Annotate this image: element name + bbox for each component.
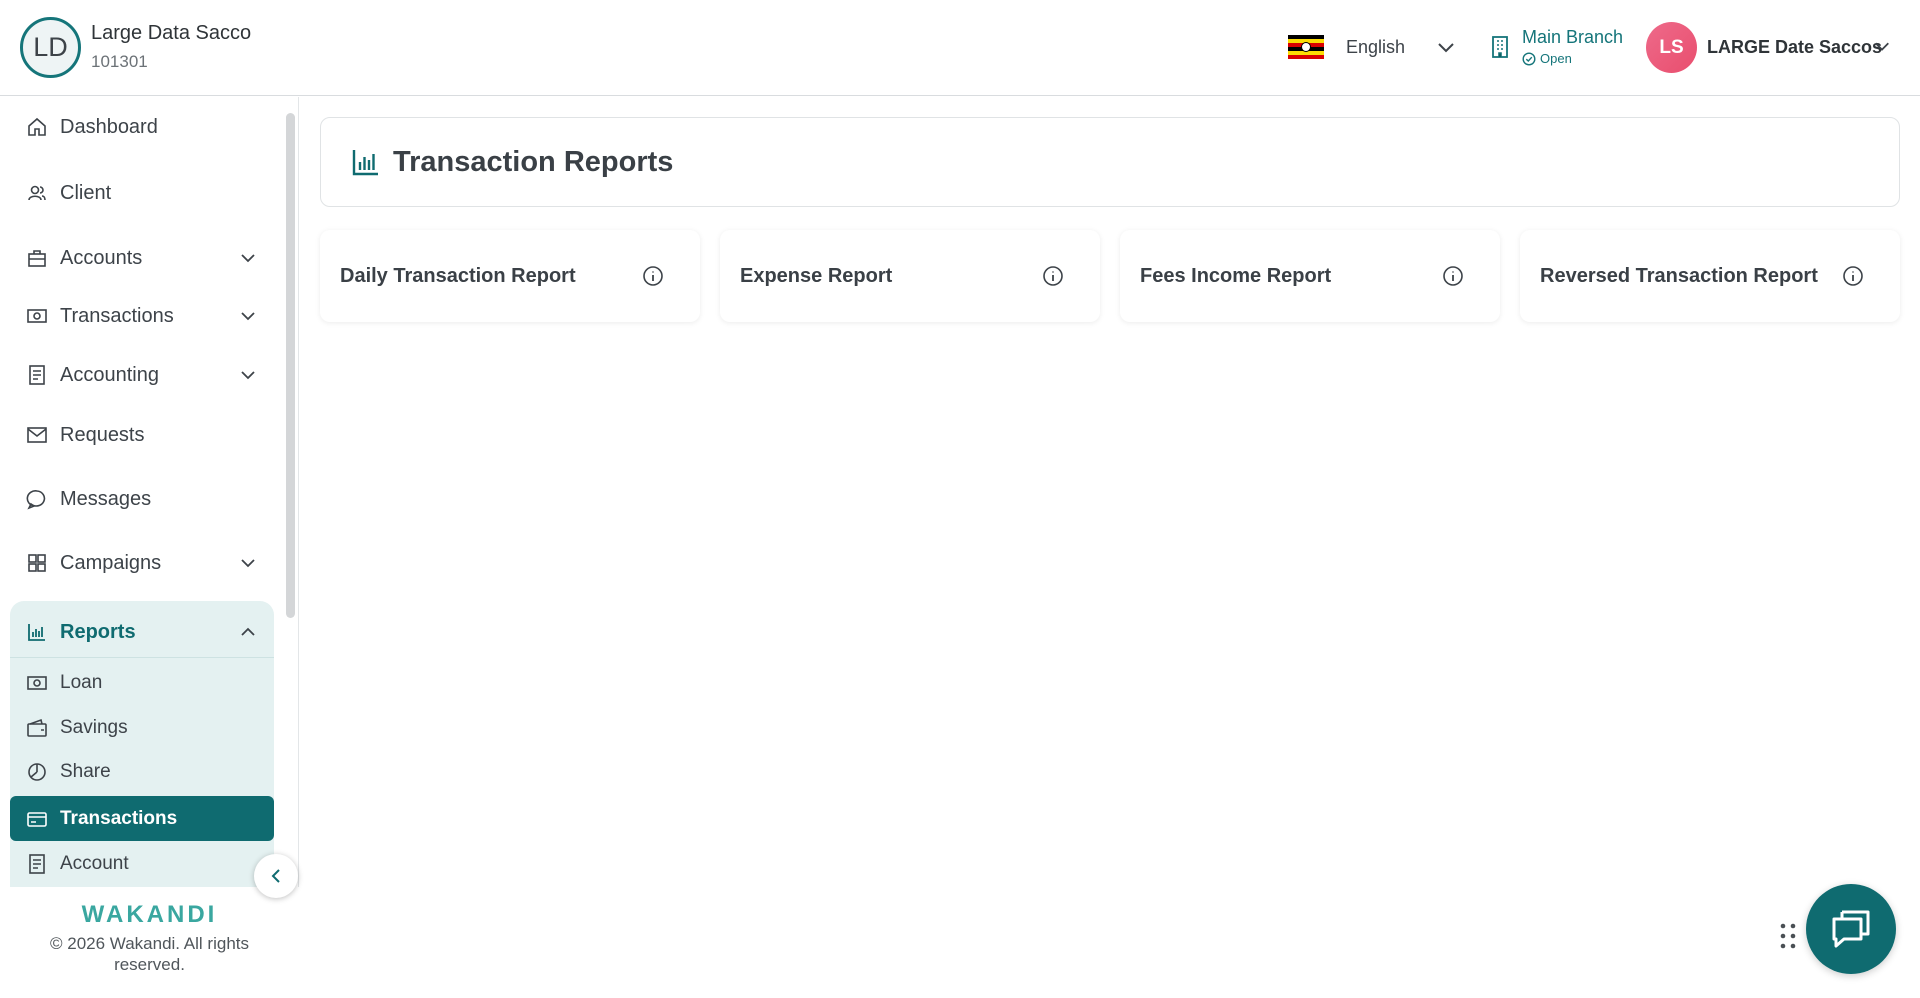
org-code: 101301 — [91, 52, 148, 71]
uganda-flag-icon[interactable] — [1288, 35, 1324, 59]
collapse-sidebar-button[interactable] — [254, 854, 298, 898]
bar-chart-icon — [28, 624, 45, 641]
mail-icon — [27, 427, 47, 443]
info-icon[interactable] — [1042, 265, 1064, 287]
briefcase-icon — [28, 250, 46, 267]
sidebar-item-client[interactable]: Client — [10, 171, 274, 215]
sidebar-item-label: Accounts — [60, 246, 143, 269]
branch-name[interactable]: Main Branch — [1522, 27, 1623, 48]
bar-chart-icon — [352, 150, 378, 176]
building-icon — [1492, 36, 1508, 58]
user-menu-chevron-icon[interactable] — [1873, 37, 1891, 55]
sidebar-subitem-share[interactable]: Share — [10, 752, 274, 792]
chat-bubble-icon — [1832, 910, 1870, 948]
sidebar-item-label: Client — [60, 181, 112, 204]
sidebar-scrollbar[interactable] — [286, 113, 295, 618]
sidebar-item-label: Messages — [60, 487, 152, 510]
sidebar-subitem-label: Savings — [60, 717, 128, 738]
check-circle-icon — [1522, 51, 1536, 66]
sidebar: Dashboard Client Accounts Transactions A… — [0, 97, 299, 998]
sidebar-item-label: Requests — [60, 423, 145, 446]
sidebar-subitem-transactions[interactable]: Transactions — [10, 796, 274, 841]
sidebar-subitem-loan[interactable]: Loan — [10, 663, 274, 703]
chevron-down-icon[interactable] — [238, 553, 258, 573]
report-card-fees-income[interactable]: Fees Income Report — [1120, 230, 1500, 322]
chat-support-button[interactable] — [1806, 884, 1896, 974]
chevron-down-icon[interactable] — [238, 248, 258, 268]
sidebar-item-label: Accounting — [60, 363, 159, 386]
sidebar-subitem-label: Transactions — [60, 807, 178, 829]
sidebar-item-campaigns[interactable]: Campaigns — [10, 541, 274, 585]
page-title: Transaction Reports — [393, 145, 674, 178]
chevron-up-icon[interactable] — [238, 622, 258, 642]
sidebar-item-label: Reports — [60, 620, 136, 643]
user-name[interactable]: LARGE Date Saccos — [1707, 37, 1882, 58]
info-icon[interactable] — [1842, 265, 1864, 287]
branch-status-label: Open — [1540, 51, 1572, 66]
sidebar-subitem-savings[interactable]: Savings — [10, 708, 274, 748]
sidebar-subitem-account[interactable]: Account — [10, 844, 274, 884]
home-icon — [28, 117, 46, 136]
users-icon — [28, 185, 46, 201]
chevron-left-icon — [271, 869, 280, 883]
report-card-reversed-transaction[interactable]: Reversed Transaction Report — [1520, 230, 1900, 322]
sidebar-item-dashboard[interactable]: Dashboard — [10, 105, 274, 149]
branch-status: Open — [1522, 51, 1572, 66]
drag-handle-icon[interactable] — [1777, 921, 1799, 951]
ledger-icon — [29, 854, 45, 874]
org-name: Large Data Sacco — [91, 22, 252, 44]
report-card-daily-transaction[interactable]: Daily Transaction Report — [320, 230, 700, 322]
page-header: Transaction Reports — [320, 117, 1900, 207]
language-selector[interactable]: English — [1346, 37, 1405, 58]
org-avatar[interactable]: LD — [20, 17, 81, 78]
sidebar-item-accounts[interactable]: Accounts — [10, 236, 274, 280]
report-card-title: Fees Income Report — [1140, 264, 1332, 287]
sidebar-item-transactions[interactable]: Transactions — [10, 294, 274, 338]
chevron-down-icon[interactable] — [1436, 37, 1456, 57]
sidebar-item-accounting[interactable]: Accounting — [10, 353, 274, 397]
info-icon[interactable] — [642, 265, 664, 287]
report-card-title: Expense Report — [740, 264, 893, 287]
sidebar-subitem-label: Account — [60, 853, 129, 874]
wallet-icon — [27, 718, 47, 737]
report-card-expense[interactable]: Expense Report — [720, 230, 1100, 322]
report-card-title: Reversed Transaction Report — [1540, 264, 1818, 287]
card-icon — [27, 811, 47, 827]
sidebar-item-label: Dashboard — [60, 115, 158, 138]
sidebar-item-messages[interactable]: Messages — [10, 477, 274, 521]
sidebar-item-label: Campaigns — [60, 551, 162, 574]
money-icon — [27, 676, 47, 690]
wakandi-logo: WAKANDI — [81, 901, 218, 928]
report-card-title: Daily Transaction Report — [340, 264, 576, 287]
pie-icon — [28, 763, 46, 781]
sidebar-subitem-label: Share — [60, 761, 111, 782]
sidebar-subitem-label: Loan — [60, 672, 103, 693]
top-header: LD Large Data Sacco 101301 English Main … — [0, 0, 1920, 96]
user-avatar[interactable]: LS — [1646, 22, 1697, 73]
info-icon[interactable] — [1442, 265, 1464, 287]
sidebar-item-label: Transactions — [60, 304, 174, 327]
ledger-icon — [29, 365, 45, 385]
chevron-down-icon[interactable] — [238, 365, 258, 385]
sidebar-item-requests[interactable]: Requests — [10, 413, 274, 457]
money-icon — [27, 309, 47, 323]
chat-icon — [26, 490, 46, 510]
sidebar-footer: WAKANDI © 2026 Wakandi. All rights reser… — [0, 887, 299, 998]
sidebar-item-reports[interactable]: Reports — [10, 610, 274, 654]
grid-icon — [28, 554, 46, 572]
divider — [10, 657, 274, 658]
chevron-down-icon[interactable] — [238, 306, 258, 326]
copyright-text: © 2026 Wakandi. All rights reserved. — [50, 934, 249, 974]
